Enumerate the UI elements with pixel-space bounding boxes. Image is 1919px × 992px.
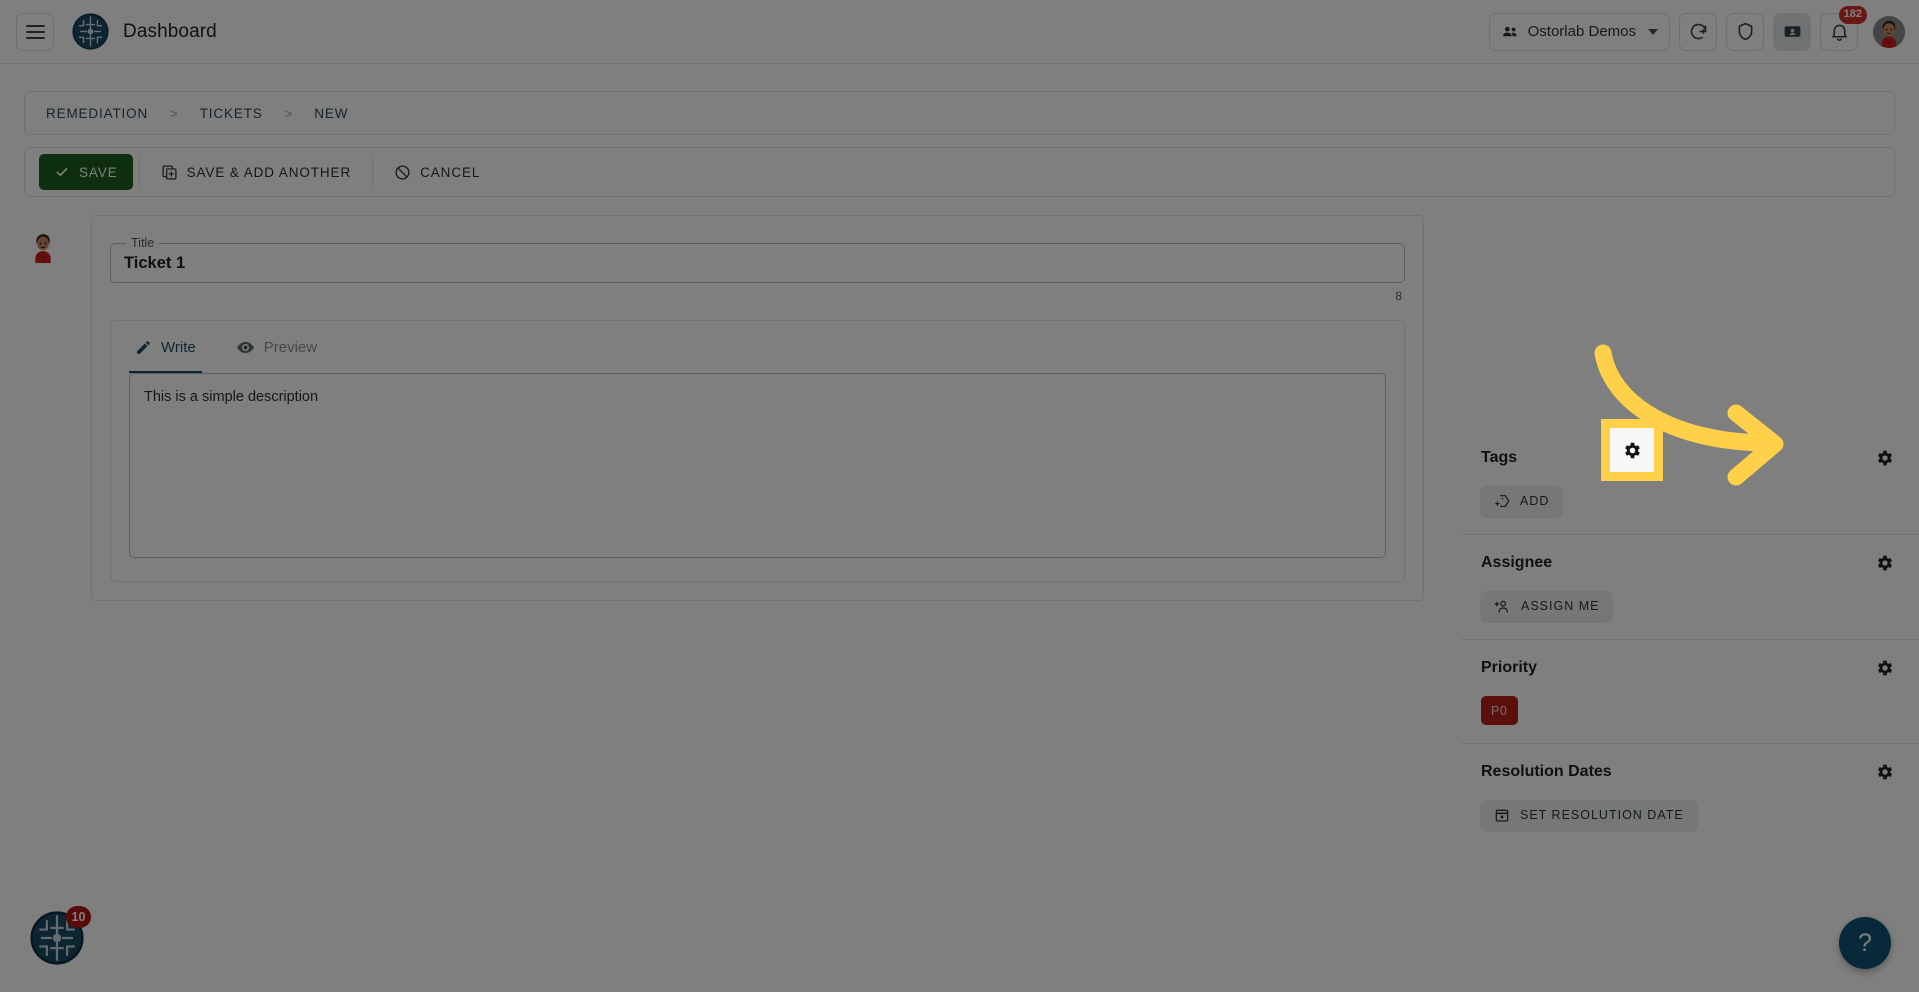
sidebar-section-resolution-dates: Resolution Dates SET RESOLUTION DATE [1461, 743, 1919, 848]
breadcrumb-item-tickets[interactable]: TICKETS [200, 106, 263, 121]
logo-count-badge: 10 [66, 906, 91, 928]
tags-title: Tags [1481, 449, 1518, 466]
cancel-button[interactable]: CANCEL [379, 154, 495, 190]
ticket-form-card: Title 8 Write [91, 215, 1424, 601]
sidebar-section-header: Tags [1481, 444, 1899, 472]
add-tag-label: ADD [1520, 494, 1550, 508]
resolution-dates-gear-icon[interactable] [1871, 758, 1899, 786]
hamburger-icon[interactable] [16, 12, 54, 51]
shield-icon[interactable] [1726, 12, 1764, 51]
tab-write[interactable]: Write [129, 321, 202, 373]
title-field-legend: Title [131, 236, 155, 250]
breadcrumb-separator: > [170, 105, 178, 121]
description-editor-card: Write Preview [110, 320, 1405, 582]
user-avatar[interactable] [1873, 15, 1905, 48]
help-button[interactable]: ? [1839, 917, 1891, 969]
scan-add-icon[interactable] [1679, 12, 1717, 51]
sidebar-section-assignee: Assignee ASSIGN ME [1461, 534, 1919, 639]
assignee-gear-icon[interactable] [1871, 549, 1899, 577]
breadcrumb: REMEDIATION > TICKETS > NEW [24, 91, 1895, 135]
resolution-dates-title: Resolution Dates [1481, 763, 1612, 780]
ticket-icon[interactable] [1773, 12, 1811, 51]
description-textarea[interactable] [129, 373, 1386, 558]
sidebar-section-header: Assignee [1481, 549, 1899, 577]
priority-title: Priority [1481, 659, 1538, 676]
sidebar-section-header: Resolution Dates [1481, 758, 1899, 786]
hamburger-bar [25, 30, 45, 33]
title-input[interactable] [124, 253, 1391, 273]
add-tag-button[interactable]: ADD [1481, 486, 1563, 516]
breadcrumb-separator: > [284, 105, 293, 121]
toolbar-divider [372, 157, 374, 187]
help-button-label: ? [1858, 928, 1872, 957]
assignee-title: Assignee [1481, 554, 1553, 571]
calendar-icon [1495, 809, 1509, 822]
save-and-add-another-button[interactable]: SAVE & ADD ANOTHER [146, 154, 367, 190]
save-button[interactable]: SAVE [39, 154, 133, 190]
notification-count-badge: 182 [1838, 5, 1867, 24]
title-fieldset: Title [110, 236, 1405, 283]
set-resolution-date-label: SET RESOLUTION DATE [1520, 808, 1684, 822]
ticket-form-left-column: Title 8 Write [24, 215, 1424, 601]
tab-preview[interactable]: Preview [236, 321, 317, 373]
ostorlab-floating-logo[interactable]: 10 [30, 906, 91, 965]
sidebar-section-header: Priority [1481, 654, 1899, 682]
tab-write-label: Write [161, 338, 196, 356]
check-icon [56, 167, 68, 177]
app-root: Dashboard Ostorlab Demos 182 REMEDIATION… [0, 0, 1919, 992]
action-toolbar: SAVE SAVE & ADD ANOTHER CANCEL [24, 147, 1895, 197]
assign-me-button[interactable]: ASSIGN ME [1481, 591, 1613, 621]
tab-preview-label: Preview [263, 338, 318, 356]
assign-me-label: ASSIGN ME [1521, 599, 1600, 613]
hamburger-bar [25, 24, 45, 27]
breadcrumb-item-new: NEW [314, 105, 349, 121]
set-resolution-date-button[interactable]: SET RESOLUTION DATE [1481, 800, 1697, 830]
toolbar-divider [138, 157, 140, 187]
priority-gear-icon[interactable] [1871, 654, 1899, 682]
header-actions: Ostorlab Demos 182 [1488, 5, 1905, 51]
editor-tabs: Write Preview [129, 321, 1386, 373]
comment-author-avatar [35, 234, 51, 263]
org-selector-label: Ostorlab Demos [1527, 23, 1636, 40]
block-circle-icon [395, 164, 410, 180]
app-header: Dashboard Ostorlab Demos 182 [0, 0, 1919, 64]
save-button-label: SAVE [79, 164, 118, 180]
pencil-icon [137, 340, 150, 354]
person-add-icon [1494, 600, 1508, 612]
ticket-form-row: Title 8 Write [24, 215, 1919, 830]
title-char-counter: 8 [1395, 289, 1402, 303]
ostorlab-circuit-logo[interactable] [72, 13, 109, 50]
title-field-wrapper: Title 8 [110, 236, 1405, 303]
cancel-button-label: CANCEL [420, 164, 481, 180]
tag-add-icon [1495, 495, 1510, 507]
org-selector[interactable]: Ostorlab Demos [1488, 12, 1670, 51]
hamburger-bar [25, 36, 45, 39]
sidebar-section-priority: Priority P0 [1461, 639, 1919, 743]
priority-badge[interactable]: P0 [1481, 696, 1518, 725]
sidebar-section-tags: Tags ADD [1461, 430, 1919, 534]
ticket-meta-sidebar: Tags ADD Assignee ASSIGN ME Priority P0 … [1461, 430, 1919, 848]
save-and-add-another-label: SAVE & ADD ANOTHER [186, 164, 352, 180]
tags-gear-icon[interactable] [1871, 444, 1899, 472]
breadcrumb-item-remediation[interactable]: REMEDIATION [46, 106, 148, 121]
group-users-icon [1502, 26, 1517, 37]
eye-icon [236, 341, 254, 353]
page-title: Dashboard [123, 20, 217, 42]
copy-add-icon [162, 165, 177, 179]
chevron-down-icon [1648, 28, 1658, 35]
bell-icon[interactable]: 182 [1820, 5, 1867, 51]
